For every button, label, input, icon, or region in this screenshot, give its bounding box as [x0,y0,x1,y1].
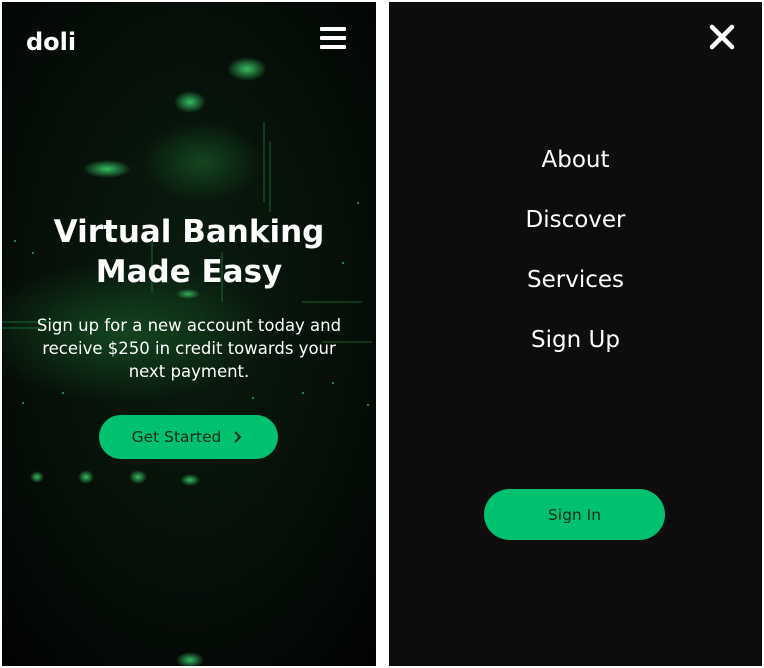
hero-title-line-2: Made Easy [95,254,283,290]
menu-bar-line [320,45,346,49]
hero-title-line-1: Virtual Banking [53,214,325,250]
nav-item-about[interactable]: About [389,142,762,178]
sign-in-label: Sign In [547,505,602,524]
menu-screen: About Discover Services Sign Up Sign In [389,2,762,666]
menu-bar-line [320,36,346,40]
menu-bar-line [320,27,346,31]
hamburger-menu-icon[interactable] [320,26,348,52]
get-started-button[interactable]: Get Started [99,415,278,459]
nav-item-discover[interactable]: Discover [389,202,762,238]
top-bar: doli [2,2,376,82]
doli-logo[interactable]: doli [26,28,76,56]
main-nav: About Discover Services Sign Up [389,142,762,382]
get-started-label: Get Started [131,428,222,446]
landing-screen: doli Virtual Banking Made Easy Sign up f… [2,2,376,666]
hero-subtitle: Sign up for a new account today and rece… [36,316,342,381]
hero-title: Virtual Banking Made Easy [2,212,376,292]
close-icon[interactable] [709,24,735,50]
chevron-right-icon [234,431,242,443]
screenshot-stage: doli Virtual Banking Made Easy Sign up f… [0,0,764,668]
nav-item-services[interactable]: Services [389,262,762,298]
hero-section: Virtual Banking Made Easy Sign up for a … [2,212,376,383]
nav-item-sign-up[interactable]: Sign Up [389,322,762,358]
sign-in-button[interactable]: Sign In [484,489,665,540]
